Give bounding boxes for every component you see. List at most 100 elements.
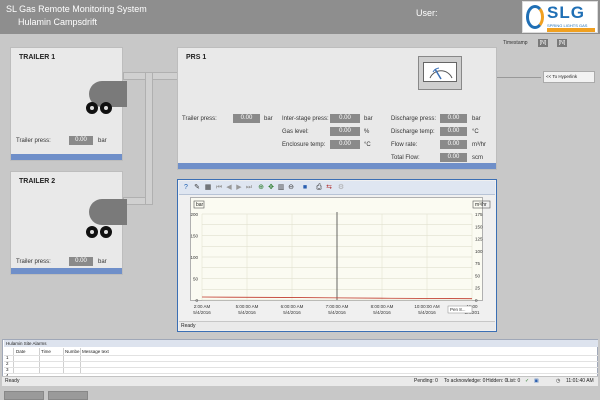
right-tick-label: 0	[475, 298, 478, 303]
total-flow-label: Total Flow:	[391, 155, 420, 161]
enclosure-temp-label: Enclosure temp:	[282, 142, 326, 148]
flow-rate-label: Flow rate:	[391, 142, 418, 148]
pressure-gauge-icon	[418, 56, 462, 90]
status-ok-icon: ✓	[525, 378, 530, 384]
x-tick-time: 6:00:00 AM	[281, 304, 304, 309]
row-divider	[4, 355, 598, 356]
right-tick-label: 150	[475, 224, 483, 229]
trailer-2-panel[interactable]: TRAILER 2 Trailer press: 0.00 bar	[10, 171, 127, 275]
trailer-1-panel[interactable]: TRAILER 1 Trailer press: 0.00 bar	[10, 47, 127, 161]
x-tick-date: 5/4/2016	[418, 310, 436, 315]
trailer-1-title: TRAILER 1	[19, 54, 56, 61]
left-tick-label: 100	[190, 255, 198, 260]
x-tick-time: 5:00:00 AM	[236, 304, 259, 309]
alarm-col-date[interactable]: Date	[16, 348, 26, 355]
left-tick-label: 150	[190, 234, 198, 239]
prs-1-title: PRS 1	[186, 54, 207, 61]
discharge-temp-label: Discharge temp:	[391, 129, 435, 135]
trailer-tank-icon	[89, 199, 127, 225]
alarm-col-message[interactable]: Message text	[82, 348, 109, 355]
enclosure-temp-unit: °C	[364, 142, 371, 148]
x-tick-time: 2:00 AM	[194, 304, 211, 309]
discharge-press-value: 0.00	[440, 114, 467, 123]
enclosure-temp-value: 0.00	[330, 140, 360, 149]
right-tick-label: 125	[475, 237, 483, 242]
status-clock-icon: ◷	[556, 378, 561, 384]
x-tick-time: 10:00:00 AM	[414, 304, 440, 309]
x-tick-date: 5/4/2016	[193, 310, 211, 315]
prs-trailer-press-unit: bar	[264, 116, 273, 122]
trend-chart-svg: bar m³/hr20015010050017515012510075502502…	[190, 200, 491, 315]
panel-footer	[178, 163, 496, 169]
hyperlink-connector	[497, 77, 541, 78]
x-tick-date: 5/4/2016	[328, 310, 346, 315]
flow-rate-value: 0.00	[440, 140, 467, 149]
total-flow-value: 0.00	[440, 153, 467, 162]
right-tick-label: 100	[475, 249, 483, 254]
user-label: User:	[416, 8, 438, 18]
trailer-2-press-value: 0.00	[69, 257, 93, 266]
trailer-1-press-unit: bar	[98, 138, 107, 144]
bottom-tab-1[interactable]	[4, 391, 44, 400]
left-tick-label: 0	[195, 298, 198, 303]
logo-word: SLG	[547, 3, 585, 22]
x-tick-date: 5/4/2016	[373, 310, 391, 315]
right-tick-label: 50	[475, 273, 481, 278]
logo-bar	[547, 28, 595, 32]
right-tick-label: 25	[475, 286, 481, 291]
status-alarm-icon[interactable]: ▣	[534, 377, 539, 386]
timestamp-label: Timestamp	[503, 40, 528, 46]
flow-rate-unit: m³/hr	[472, 142, 486, 148]
left-tick-label: 200	[190, 212, 198, 217]
trailer-2-press-unit: bar	[98, 259, 107, 265]
trend-chart-window[interactable]: ? ✎ ▦ ⏮ ◀ ▶ ⏭ ⊕ ✥ ▥ ⊖ ■ ⎙ ⇆ ⚙ bar m³/hr 20…	[177, 179, 497, 332]
row-divider	[4, 367, 598, 368]
wheel-icon	[100, 102, 112, 114]
logo-mark-icon	[526, 5, 544, 29]
alarm-list-title: Hulamin Site Alarms	[4, 340, 598, 347]
status-to-acknowledge: To acknowledge: 0	[444, 378, 486, 384]
row-divider	[4, 373, 598, 374]
app-title: SL Gas Remote Monitoring System	[6, 4, 147, 14]
status-hidden: Hidden: 0	[486, 378, 508, 384]
timestamp-box-1: [N]	[538, 39, 548, 47]
discharge-temp-unit: °C	[472, 129, 479, 135]
alarm-col-number[interactable]: Numbe	[65, 348, 80, 355]
discharge-press-unit: bar	[472, 116, 481, 122]
pipe-manifold	[145, 72, 153, 205]
prs-trailer-press-value: 0.00	[233, 114, 260, 123]
x-tick-date: 5/4/2016	[238, 310, 256, 315]
interstage-press-value: 0.00	[330, 114, 360, 123]
trailer-2-press-label: Trailer press:	[16, 259, 51, 265]
to-hyperlink-button[interactable]: << To Hyperlink	[543, 71, 595, 83]
gauge-needle-icon	[429, 67, 453, 80]
left-axis-label: bar	[196, 202, 204, 208]
gas-level-value: 0.00	[330, 127, 360, 136]
right-axis-label: m³/hr	[475, 202, 487, 208]
interstage-press-unit: bar	[364, 116, 373, 122]
status-ready: Ready	[5, 378, 20, 384]
status-list: List: 0	[507, 378, 521, 384]
timestamp-box-2: [N]	[557, 39, 567, 47]
pen-tag: Pen 8...	[450, 307, 466, 312]
bottom-tab-2[interactable]	[48, 391, 88, 400]
trailer-1-press-label: Trailer press:	[16, 138, 51, 144]
alarm-status-bar: Ready Pending: 0 To acknowledge: 0 Hidde…	[2, 376, 598, 386]
panel-footer	[11, 154, 122, 160]
title-bar: SL Gas Remote Monitoring System Hulamin …	[0, 0, 600, 34]
x-tick-time: 8:00:00 AM	[371, 304, 394, 309]
x-tick-date: 5/4/2016	[283, 310, 301, 315]
alarm-col-time[interactable]: Time	[41, 348, 51, 355]
status-pending: Pending: 0	[414, 378, 438, 384]
chart-status: Ready	[179, 321, 495, 330]
site-name: Hulamin Campsdrift	[18, 17, 98, 27]
panel-footer	[11, 268, 122, 274]
company-logo: SLG SPRING LIGHTS GAS	[522, 1, 598, 33]
wheel-icon	[86, 226, 98, 238]
left-tick-label: 50	[193, 277, 199, 282]
total-flow-unit: scm	[472, 155, 483, 161]
gas-level-unit: %	[364, 129, 370, 135]
discharge-temp-value: 0.00	[440, 127, 467, 136]
status-time: 11:01:40 AM	[566, 378, 594, 384]
gas-level-label: Gas level:	[282, 129, 309, 135]
